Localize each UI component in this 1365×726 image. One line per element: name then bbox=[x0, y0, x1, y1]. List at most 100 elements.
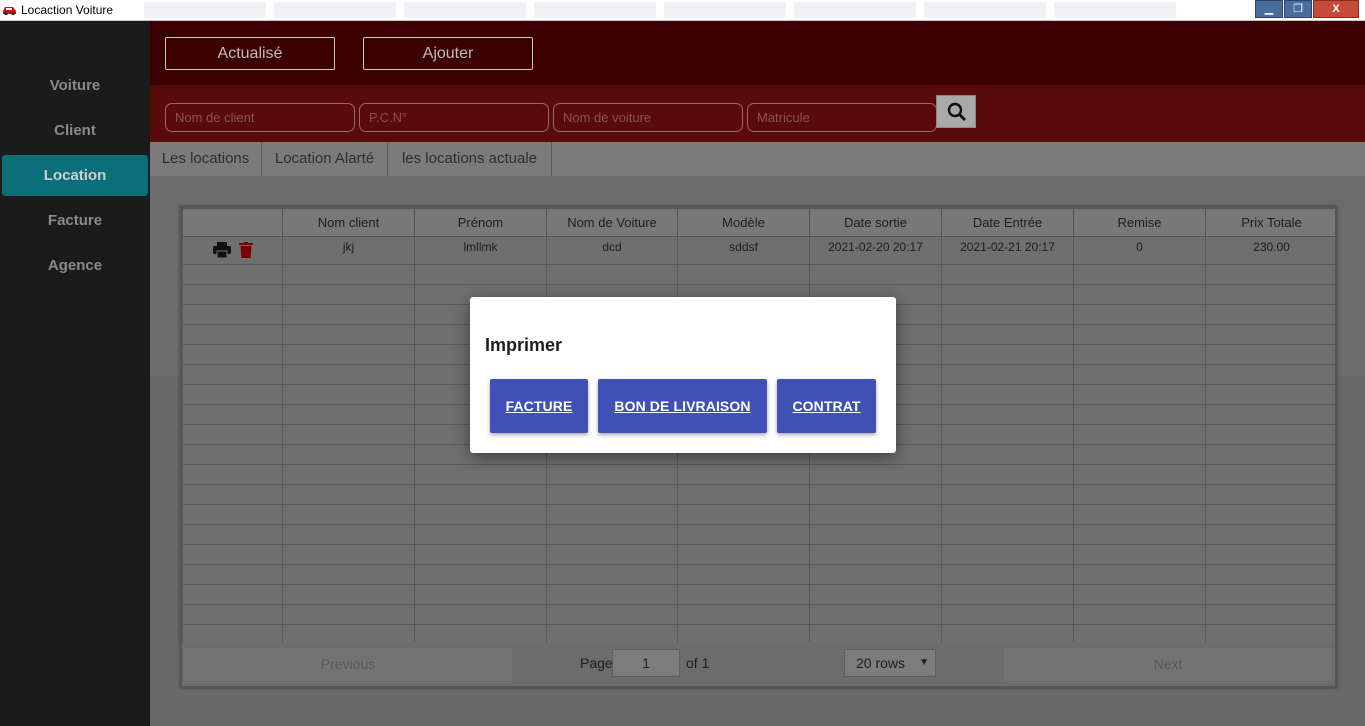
empty-cell bbox=[1205, 484, 1335, 505]
empty-cell bbox=[941, 404, 1074, 425]
column-header[interactable]: Date sortie bbox=[809, 208, 942, 237]
cell-modele: sddsf bbox=[677, 236, 810, 265]
sidebar-item-client[interactable]: Client bbox=[2, 110, 148, 151]
car-icon bbox=[3, 7, 16, 15]
empty-cell bbox=[182, 324, 283, 345]
search-button[interactable] bbox=[936, 95, 976, 128]
empty-cell bbox=[282, 424, 415, 445]
empty-cell bbox=[1205, 504, 1335, 525]
empty-cell bbox=[1073, 364, 1206, 385]
empty-cell bbox=[182, 264, 283, 285]
plate-input[interactable]: Matricule bbox=[747, 103, 937, 132]
empty-cell bbox=[182, 524, 283, 545]
sidebar-item-location[interactable]: Location bbox=[2, 155, 148, 196]
column-header[interactable]: Nom de Voiture bbox=[546, 208, 678, 237]
rows-per-page-select[interactable]: 20 rows ▼ bbox=[844, 649, 936, 677]
minimize-button[interactable]: ▁ bbox=[1255, 0, 1283, 18]
column-header[interactable]: Prénom bbox=[414, 208, 547, 237]
refresh-button[interactable]: Actualisé bbox=[165, 37, 335, 70]
empty-cell bbox=[546, 564, 678, 585]
empty-cell bbox=[182, 484, 283, 505]
dialog-title: Imprimer bbox=[485, 335, 563, 355]
next-button[interactable]: Next bbox=[1004, 648, 1332, 681]
cell-date-sortie: 2021-02-20 20:17 bbox=[809, 236, 942, 265]
facture-button[interactable]: FACTURE bbox=[490, 379, 588, 433]
rows-per-page-value: 20 rows bbox=[856, 655, 906, 671]
cell-nom-voiture: dcd bbox=[546, 236, 678, 265]
empty-cell bbox=[414, 464, 547, 485]
column-header[interactable]: Remise bbox=[1073, 208, 1206, 237]
page-input[interactable]: 1 bbox=[612, 649, 680, 677]
empty-cell bbox=[182, 344, 283, 365]
empty-cell bbox=[1205, 544, 1335, 565]
search-icon bbox=[947, 102, 967, 122]
empty-cell bbox=[677, 504, 810, 525]
window-titlebar: Locaction Voiture ▁ ❐ X bbox=[0, 0, 1365, 21]
table-row bbox=[182, 544, 1335, 565]
client-name-input[interactable]: Nom de client bbox=[165, 103, 355, 132]
empty-cell bbox=[546, 484, 678, 505]
empty-cell bbox=[941, 324, 1074, 345]
empty-cell bbox=[182, 384, 283, 405]
empty-cell bbox=[182, 284, 283, 305]
empty-cell bbox=[1073, 284, 1206, 305]
car-name-input[interactable]: Nom de voiture bbox=[553, 103, 743, 132]
empty-cell bbox=[282, 484, 415, 505]
maximize-button[interactable]: ❐ bbox=[1284, 0, 1312, 18]
empty-cell bbox=[809, 544, 942, 565]
empty-cell bbox=[677, 564, 810, 585]
empty-cell bbox=[182, 404, 283, 425]
print-dialog: Imprimer FACTURE BON DE LIVRAISON CONTRA… bbox=[470, 297, 896, 453]
sidebar-item-agence[interactable]: Agence bbox=[2, 245, 148, 286]
empty-cell bbox=[1205, 404, 1335, 425]
add-button[interactable]: Ajouter bbox=[363, 37, 533, 70]
previous-button[interactable]: Previous bbox=[184, 648, 512, 681]
trash-icon[interactable] bbox=[238, 242, 253, 258]
empty-cell bbox=[182, 364, 283, 385]
empty-cell bbox=[1073, 604, 1206, 625]
empty-cell bbox=[282, 304, 415, 325]
empty-cell bbox=[809, 584, 942, 605]
empty-cell bbox=[282, 384, 415, 405]
close-button[interactable]: X bbox=[1313, 0, 1359, 18]
empty-cell bbox=[282, 524, 415, 545]
sidebar-item-facture[interactable]: Facture bbox=[2, 200, 148, 241]
pcn-input[interactable]: P.C.N° bbox=[359, 103, 549, 132]
table-header: Nom client Prénom Nom de Voiture Modèle … bbox=[182, 208, 1335, 237]
column-header[interactable]: Prix Totale bbox=[1205, 208, 1335, 237]
empty-cell bbox=[1073, 344, 1206, 365]
empty-cell bbox=[546, 464, 678, 485]
table-row[interactable]: jkj lmllmk dcd sddsf 2021-02-20 20:17 20… bbox=[182, 236, 1335, 265]
empty-cell bbox=[1073, 564, 1206, 585]
toolbar: Actualisé Ajouter bbox=[150, 21, 1365, 85]
empty-cell bbox=[941, 424, 1074, 445]
empty-cell bbox=[546, 504, 678, 525]
empty-cell bbox=[546, 524, 678, 545]
empty-cell bbox=[1073, 324, 1206, 345]
empty-cell bbox=[1205, 604, 1335, 625]
empty-cell bbox=[677, 264, 810, 285]
empty-cell bbox=[282, 544, 415, 565]
empty-cell bbox=[1073, 444, 1206, 465]
table-row bbox=[182, 504, 1335, 525]
empty-cell bbox=[941, 364, 1074, 385]
contrat-button[interactable]: CONTRAT bbox=[777, 379, 876, 433]
empty-cell bbox=[282, 364, 415, 385]
empty-cell bbox=[1073, 524, 1206, 545]
column-header[interactable]: Modèle bbox=[677, 208, 810, 237]
bon-de-livraison-button[interactable]: BON DE LIVRAISON bbox=[598, 379, 767, 433]
chevron-down-icon: ▼ bbox=[919, 657, 929, 668]
empty-cell bbox=[414, 604, 547, 625]
empty-cell bbox=[1073, 264, 1206, 285]
sidebar-item-voiture[interactable]: Voiture bbox=[2, 65, 148, 106]
column-header bbox=[182, 208, 283, 237]
empty-cell bbox=[941, 284, 1074, 305]
empty-cell bbox=[1073, 464, 1206, 485]
empty-cell bbox=[941, 304, 1074, 325]
column-header[interactable]: Nom client bbox=[282, 208, 415, 237]
empty-cell bbox=[182, 444, 283, 465]
column-header[interactable]: Date Entrée bbox=[941, 208, 1074, 237]
tab-bar: Les locations Location Alarté les locati… bbox=[150, 142, 1365, 183]
print-icon[interactable] bbox=[212, 242, 231, 258]
sidebar: Voiture Client Location Facture Agence bbox=[0, 21, 150, 726]
